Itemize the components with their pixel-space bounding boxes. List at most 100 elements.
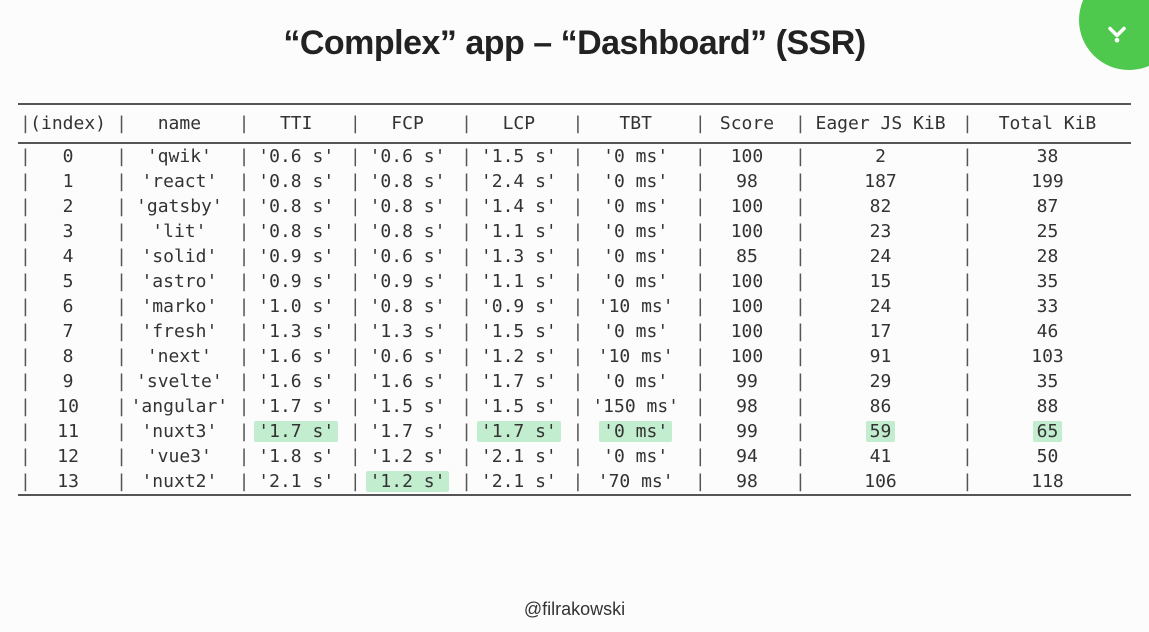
cell-index: 13 — [18, 469, 118, 495]
cell-value: 35 — [1033, 271, 1063, 292]
cell-value: 98 — [732, 171, 762, 192]
cell-value: '1.7 s' — [477, 371, 561, 392]
cell-tbt: '0 ms' — [574, 219, 696, 244]
cell-value: 8 — [59, 346, 78, 367]
cell-name: 'solid' — [118, 244, 240, 269]
cell-value: 33 — [1033, 296, 1063, 317]
cell-eager: 106 — [797, 469, 964, 495]
cell-name: 'vue3' — [118, 444, 240, 469]
cell-value: '0.9 s' — [254, 271, 338, 292]
cell-value: 88 — [1033, 396, 1063, 417]
cell-value: 11 — [53, 421, 83, 442]
table-row: 2'gatsby''0.8 s''0.8 s''1.4 s''0 ms'1008… — [18, 194, 1131, 219]
cell-fcp: '1.5 s' — [352, 394, 463, 419]
table-row: 7'fresh''1.3 s''1.3 s''1.5 s''0 ms'10017… — [18, 319, 1131, 344]
cell-value: 'svelte' — [132, 371, 227, 392]
cell-lcp: '1.4 s' — [463, 194, 574, 219]
cell-total: 33 — [964, 294, 1131, 319]
cell-value: '0.6 s' — [366, 246, 450, 267]
cell-index: 11 — [18, 419, 118, 444]
table-row: 0'qwik''0.6 s''0.6 s''1.5 s''0 ms'100238 — [18, 143, 1131, 169]
cell-value: 'gatsby' — [132, 196, 227, 217]
cell-eager: 23 — [797, 219, 964, 244]
col-name: name — [118, 104, 240, 143]
cell-fcp: '1.2 s' — [352, 444, 463, 469]
cell-value: '0.8 s' — [254, 171, 338, 192]
cell-total: 87 — [964, 194, 1131, 219]
cell-name: 'svelte' — [118, 369, 240, 394]
benchmark-table: (index) name TTI FCP LCP TBT Score Eager… — [18, 103, 1131, 496]
cell-score: 99 — [697, 419, 797, 444]
cell-name: 'nuxt2' — [118, 469, 240, 495]
cell-value: '1.3 s' — [477, 246, 561, 267]
cell-tbt: '70 ms' — [574, 469, 696, 495]
cell-value: 100 — [727, 271, 768, 292]
cell-value: 99 — [732, 371, 762, 392]
cell-index: 4 — [18, 244, 118, 269]
cell-value: 100 — [727, 221, 768, 242]
cell-value: '0 ms' — [599, 446, 672, 467]
cell-value: 59 — [866, 421, 896, 442]
cell-tbt: '10 ms' — [574, 344, 696, 369]
cell-name: 'nuxt3' — [118, 419, 240, 444]
cell-value: 24 — [866, 246, 896, 267]
cell-value: '0.9 s' — [477, 296, 561, 317]
cell-fcp: '1.7 s' — [352, 419, 463, 444]
col-total: Total KiB — [964, 104, 1131, 143]
cell-value: 12 — [53, 446, 83, 467]
cell-value: 100 — [727, 346, 768, 367]
col-fcp: FCP — [352, 104, 463, 143]
cell-lcp: '2.1 s' — [463, 469, 574, 495]
cell-index: 12 — [18, 444, 118, 469]
cell-value: 85 — [732, 246, 762, 267]
cell-total: 38 — [964, 143, 1131, 169]
cell-value: '0 ms' — [599, 371, 672, 392]
cell-value: '0 ms' — [599, 171, 672, 192]
table-header-row: (index) name TTI FCP LCP TBT Score Eager… — [18, 104, 1131, 143]
cell-value: 82 — [866, 196, 896, 217]
cell-value: '1.3 s' — [254, 321, 338, 342]
cell-tbt: '0 ms' — [574, 194, 696, 219]
cell-tbt: '0 ms' — [574, 419, 696, 444]
cell-lcp: '1.2 s' — [463, 344, 574, 369]
cell-value: '1.6 s' — [254, 371, 338, 392]
cell-eager: 91 — [797, 344, 964, 369]
cell-value: 6 — [59, 296, 78, 317]
cell-total: 46 — [964, 319, 1131, 344]
cell-fcp: '0.6 s' — [352, 244, 463, 269]
cell-tbt: '0 ms' — [574, 369, 696, 394]
cell-eager: 17 — [797, 319, 964, 344]
cell-value: '1.5 s' — [366, 396, 450, 417]
cell-value: 'fresh' — [137, 321, 221, 342]
cell-lcp: '1.5 s' — [463, 319, 574, 344]
col-tti: TTI — [241, 104, 352, 143]
cell-value: 'nuxt2' — [137, 471, 221, 492]
cell-score: 98 — [697, 169, 797, 194]
cell-value: 'nuxt3' — [137, 421, 221, 442]
cell-score: 100 — [697, 143, 797, 169]
cell-name: 'astro' — [118, 269, 240, 294]
cell-name: 'react' — [118, 169, 240, 194]
cell-value: '1.5 s' — [477, 396, 561, 417]
table-row: 13'nuxt2''2.1 s''1.2 s''2.1 s''70 ms'981… — [18, 469, 1131, 495]
cell-score: 100 — [697, 219, 797, 244]
cell-tti: '1.0 s' — [241, 294, 352, 319]
cell-value: '70 ms' — [594, 471, 678, 492]
page-title: “Complex” app – “Dashboard” (SSR) — [0, 0, 1149, 79]
cell-tti: '0.9 s' — [241, 244, 352, 269]
cell-value: 100 — [727, 321, 768, 342]
cell-total: 199 — [964, 169, 1131, 194]
cell-value: 2 — [871, 146, 890, 167]
cell-name: 'marko' — [118, 294, 240, 319]
cell-value: '0.8 s' — [366, 296, 450, 317]
cell-score: 100 — [697, 344, 797, 369]
cell-value: '150 ms' — [588, 396, 683, 417]
cell-tti: '1.3 s' — [241, 319, 352, 344]
cell-value: 'qwik' — [143, 146, 216, 167]
cell-lcp: '1.7 s' — [463, 369, 574, 394]
cell-value: 86 — [866, 396, 896, 417]
cell-eager: 24 — [797, 244, 964, 269]
cell-total: 65 — [964, 419, 1131, 444]
cell-value: 100 — [727, 146, 768, 167]
cell-tti: '1.6 s' — [241, 344, 352, 369]
